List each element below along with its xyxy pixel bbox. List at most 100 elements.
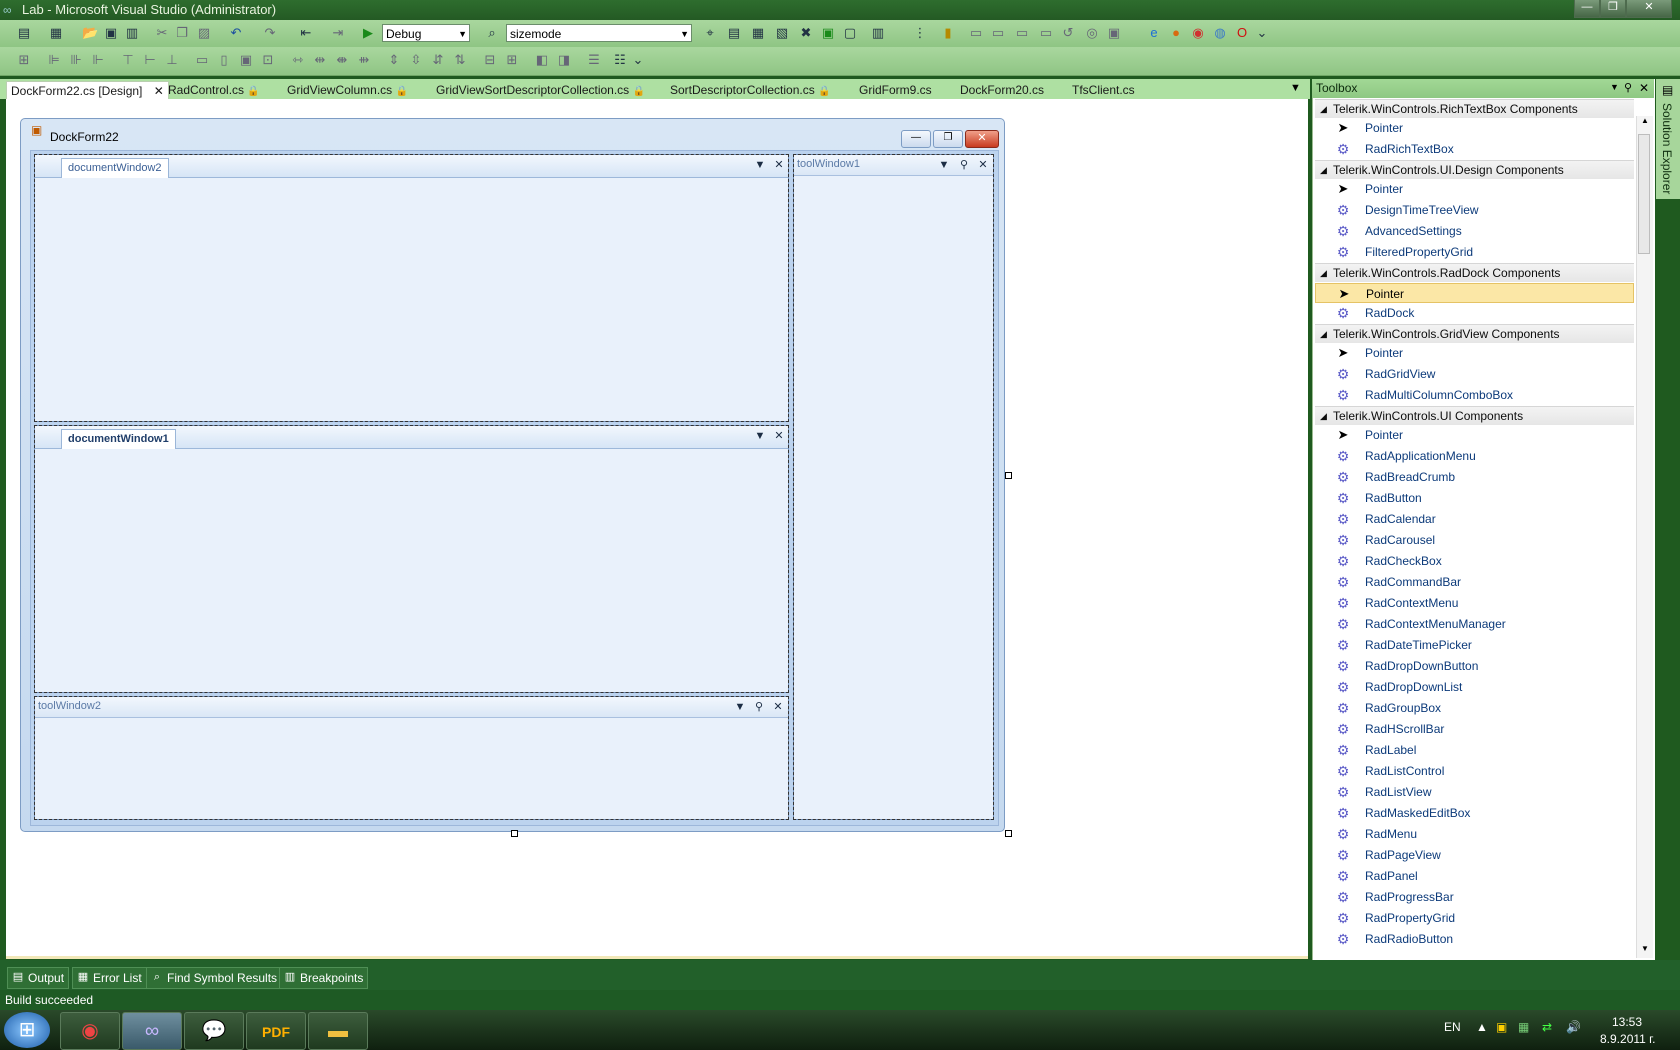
- horizontal-spacing-icon[interactable]: ⇿: [290, 52, 306, 68]
- form-maximize-button[interactable]: ❐: [933, 130, 963, 148]
- debug-step-into-icon[interactable]: ▭: [990, 25, 1006, 41]
- pin-icon[interactable]: ⚲: [957, 158, 971, 172]
- toolbox-item[interactable]: ⚙ RadRichTextBox: [1315, 139, 1634, 159]
- taskbar-pdf[interactable]: PDF: [246, 1012, 306, 1050]
- new-project-icon[interactable]: ▤: [16, 25, 32, 41]
- toolbox-item[interactable]: ⚙ RadPageView: [1315, 845, 1634, 865]
- tab-list-dropdown-icon[interactable]: ▼: [1290, 82, 1301, 94]
- save-all-icon[interactable]: ▥: [124, 25, 140, 41]
- align-middles-icon[interactable]: ⊢: [142, 52, 158, 68]
- navigate-forward-icon[interactable]: ⇥: [330, 25, 346, 41]
- lock-controls-icon[interactable]: ☷: [612, 52, 628, 68]
- tray-app-icon[interactable]: ▣: [1496, 1020, 1507, 1034]
- undo-icon[interactable]: ↶: [228, 25, 244, 41]
- vertical-spacing-icon[interactable]: ⇕: [386, 52, 402, 68]
- make-same-size-icon[interactable]: ▣: [238, 52, 254, 68]
- center-vertically-icon[interactable]: ⊞: [504, 52, 520, 68]
- tab-find-symbol-results[interactable]: ⌕ Find Symbol Results: [146, 967, 283, 989]
- toolbox-item[interactable]: ⚙ RadPanel: [1315, 866, 1634, 886]
- tool-window-1[interactable]: toolWindow1 ▼ ⚲ ✕: [793, 154, 994, 820]
- align-to-grid-icon[interactable]: ⊞: [16, 52, 32, 68]
- solution-explorer-icon[interactable]: ▤: [726, 25, 742, 41]
- toolbox-item[interactable]: ➤ Pointer: [1315, 118, 1634, 138]
- clock-time[interactable]: 13:53: [1612, 1015, 1642, 1029]
- copy-icon[interactable]: ❐: [174, 25, 190, 41]
- tab-dockform22-design[interactable]: DockForm22.cs [Design] ✕: [6, 81, 169, 100]
- chevron-down-icon[interactable]: ▼: [733, 700, 747, 714]
- toolbox-item[interactable]: ➤ Pointer: [1315, 425, 1634, 445]
- remove-horizontal-spacing-icon[interactable]: ⇻: [356, 52, 372, 68]
- tab-order-icon[interactable]: ☰: [586, 52, 602, 68]
- debug-restart-icon[interactable]: ↺: [1060, 25, 1076, 41]
- bookmark-icon[interactable]: ▮: [940, 25, 956, 41]
- redo-icon[interactable]: ↷: [262, 25, 278, 41]
- opera-icon[interactable]: O: [1234, 25, 1250, 41]
- toolbox-item[interactable]: ⚙ RadGroupBox: [1315, 698, 1634, 718]
- tab-radcontrol[interactable]: RadControl.cs 🔒: [168, 81, 260, 99]
- toolbox-item[interactable]: ⚙ RadContextMenuManager: [1315, 614, 1634, 634]
- close-icon[interactable]: ✕: [771, 700, 785, 714]
- make-same-width-icon[interactable]: ▭: [194, 52, 210, 68]
- align-tops-icon[interactable]: ⊤: [120, 52, 136, 68]
- toolbox-item[interactable]: ⚙ RadCheckBox: [1315, 551, 1634, 571]
- debug-step-icon[interactable]: ▭: [968, 25, 984, 41]
- close-icon[interactable]: ✕: [154, 84, 164, 98]
- make-same-height-icon[interactable]: ▯: [216, 52, 232, 68]
- align-bottoms-icon[interactable]: ⊥: [164, 52, 180, 68]
- form-minimize-button[interactable]: —: [901, 130, 931, 148]
- properties-icon[interactable]: ▦: [750, 25, 766, 41]
- solution-configuration-combo[interactable]: Debug ▼: [382, 24, 470, 42]
- increase-vertical-spacing-icon[interactable]: ⇳: [408, 52, 424, 68]
- toolbox-item[interactable]: ⚙ DesignTimeTreeView: [1315, 200, 1634, 220]
- navigate-backward-icon[interactable]: ⇤: [298, 25, 314, 41]
- size-to-grid-icon[interactable]: ⊡: [260, 52, 276, 68]
- save-icon[interactable]: ▣: [103, 25, 119, 41]
- close-button[interactable]: ✕: [1626, 0, 1672, 18]
- toolbox-item[interactable]: ⚙ RadRadioButton: [1315, 929, 1634, 949]
- close-icon[interactable]: ✕: [1639, 81, 1649, 95]
- toolbox-item[interactable]: ⚙ RadProgressBar: [1315, 887, 1634, 907]
- find-combo[interactable]: sizemode ▼: [506, 24, 692, 42]
- toolbox-item[interactable]: ⚙ RadBreadCrumb: [1315, 467, 1634, 487]
- add-item-icon[interactable]: ▦: [48, 25, 64, 41]
- language-indicator[interactable]: EN: [1444, 1020, 1461, 1034]
- maximize-button[interactable]: ❐: [1600, 0, 1626, 18]
- clock-date[interactable]: 8.9.2011 г.: [1600, 1032, 1655, 1046]
- network-icon[interactable]: ⇄: [1542, 1020, 1552, 1034]
- taskbar-messenger[interactable]: 💬: [184, 1012, 244, 1050]
- toolbox-item-selected[interactable]: ➤ Pointer: [1315, 283, 1634, 303]
- tab-document-window-2[interactable]: documentWindow2: [61, 158, 169, 178]
- toolbox-item[interactable]: ⚙ RadMaskedEditBox: [1315, 803, 1634, 823]
- find-icon[interactable]: ⌖: [702, 25, 718, 41]
- minimize-button[interactable]: —: [1574, 0, 1600, 18]
- send-to-back-icon[interactable]: ◨: [556, 52, 572, 68]
- tab-dockform20[interactable]: DockForm20.cs: [960, 81, 1044, 99]
- chevron-down-icon[interactable]: ▼: [753, 158, 767, 172]
- toolbox-item[interactable]: ➤ Pointer: [1315, 343, 1634, 363]
- toolbox-item[interactable]: ⚙ RadMenu: [1315, 824, 1634, 844]
- increase-horizontal-spacing-icon[interactable]: ⇹: [312, 52, 328, 68]
- document-window-2[interactable]: documentWindow2 ▼ ✕: [34, 154, 789, 422]
- remove-vertical-spacing-icon[interactable]: ⇅: [452, 52, 468, 68]
- close-icon[interactable]: ✕: [976, 158, 990, 172]
- taskbar-chrome[interactable]: ◉: [60, 1012, 120, 1050]
- debug-threads-icon[interactable]: ◎: [1084, 25, 1100, 41]
- cut-icon[interactable]: ✂: [154, 25, 170, 41]
- debug-step-over-icon[interactable]: ▭: [1014, 25, 1030, 41]
- align-rights-icon[interactable]: ⊩: [90, 52, 106, 68]
- tab-gridform9[interactable]: GridForm9.cs: [859, 81, 932, 99]
- toolbox-item[interactable]: ⚙ RadApplicationMenu: [1315, 446, 1634, 466]
- toolbox-group-ui[interactable]: ◢ Telerik.WinControls.UI Components: [1315, 406, 1634, 425]
- tab-gridviewcolumn[interactable]: GridViewColumn.cs 🔒: [287, 81, 408, 99]
- toolbox-item[interactable]: ⚙ RadCarousel: [1315, 530, 1634, 550]
- toolbox-item[interactable]: ⚙ RadLabel: [1315, 740, 1634, 760]
- overflow-icon[interactable]: ⌄: [630, 52, 646, 68]
- toolbox-item[interactable]: ⚙ AdvancedSettings: [1315, 221, 1634, 241]
- command-window-icon[interactable]: ▥: [870, 25, 886, 41]
- paste-icon[interactable]: ▨: [196, 25, 212, 41]
- tab-sortdescriptorcollection[interactable]: SortDescriptorCollection.cs 🔒: [670, 81, 831, 99]
- extension-manager-icon[interactable]: ▢: [842, 25, 858, 41]
- toolbox-group-gridview[interactable]: ◢ Telerik.WinControls.GridView Components: [1315, 324, 1634, 343]
- close-icon[interactable]: ✕: [772, 429, 786, 443]
- safari-icon[interactable]: ◍: [1212, 25, 1228, 41]
